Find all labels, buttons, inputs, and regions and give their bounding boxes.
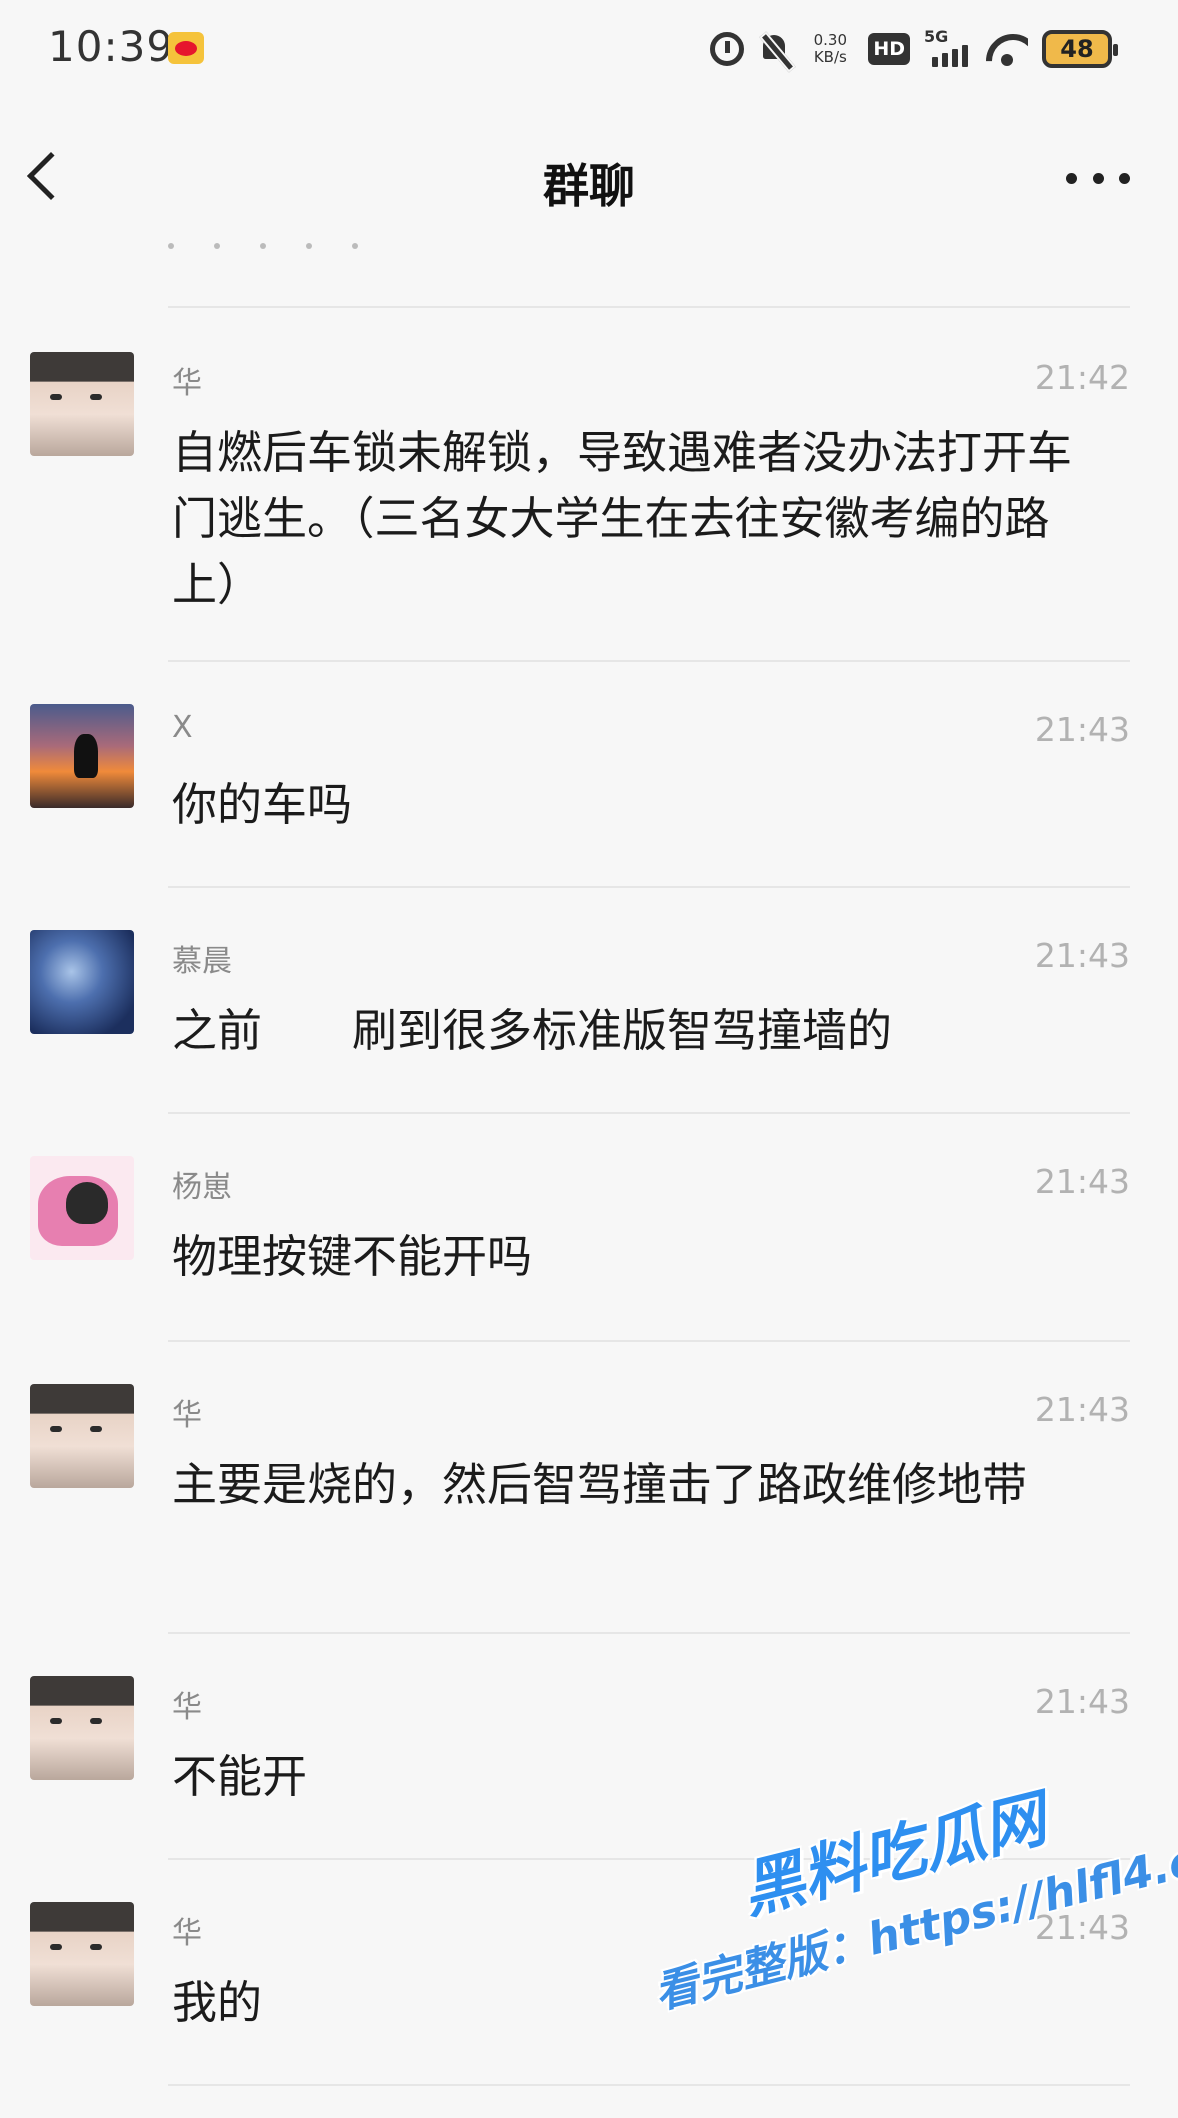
battery-icon: 48 — [1042, 30, 1118, 68]
clipped-previous-message — [168, 234, 588, 254]
chat-message[interactable]: X 21:43 你的车吗 — [0, 660, 1178, 886]
message-text: 我的 — [172, 1976, 263, 2029]
sender-name: 华 — [172, 1916, 202, 1951]
status-icons: 0.30 KB/s HD 5G 48 — [710, 26, 1118, 72]
message-text: 不能开 — [172, 1750, 308, 1803]
network-speed: 0.30 KB/s — [806, 32, 854, 66]
network-speed-value: 0.30 — [813, 31, 848, 49]
avatar[interactable] — [30, 352, 134, 456]
message-time: 21:43 — [1034, 1908, 1130, 1947]
chat-message[interactable]: 华 21:43 不能开 — [0, 1632, 1178, 1858]
message-text: 你的车吗 — [172, 778, 353, 831]
hd-icon: HD — [868, 33, 910, 65]
message-text: 物理按键不能开吗 — [172, 1230, 533, 1283]
chat-message[interactable]: 华 21:42 自燃后车锁未解锁，导致遇难者没办法打开车门逃生。（三名女大学生在… — [0, 306, 1178, 660]
avatar[interactable] — [30, 704, 134, 808]
network-type-label: 5G — [924, 27, 949, 46]
message-time: 21:43 — [1034, 1682, 1130, 1721]
alarm-icon — [710, 32, 745, 66]
message-text: 自燃后车锁未解锁，导致遇难者没办法打开车门逃生。（三名女大学生在去往安徽考编的路… — [172, 426, 1073, 611]
chat-message[interactable]: 华 21:43 主要是烧的，然后智驾撞击了路政维修地带 — [0, 1340, 1178, 1632]
more-options-button[interactable] — [1066, 158, 1130, 198]
sender-name: X — [172, 710, 193, 745]
battery-level: 48 — [1060, 35, 1094, 63]
avatar[interactable] — [30, 1676, 134, 1780]
sender-name: 慕晨 — [172, 944, 232, 979]
sender-name: 华 — [172, 1690, 202, 1725]
network-speed-unit: KB/s — [813, 48, 847, 66]
message-time: 21:43 — [1034, 936, 1130, 975]
signal-icon: 5G — [924, 27, 972, 67]
page-title: 群聊 — [543, 159, 635, 213]
message-time: 21:42 — [1034, 358, 1130, 397]
mute-icon — [758, 31, 792, 67]
sender-name: 华 — [172, 1398, 202, 1433]
wifi-icon — [986, 32, 1028, 66]
avatar[interactable] — [30, 930, 134, 1034]
avatar[interactable] — [30, 1156, 134, 1260]
status-time: 10:39 — [48, 22, 175, 71]
chat-message[interactable]: 杨崽 21:43 物理按键不能开吗 — [0, 1112, 1178, 1340]
more-dots-icon — [1066, 172, 1077, 184]
chat-message[interactable]: 华 21:43 我的 — [0, 1858, 1178, 2084]
message-time: 21:43 — [1034, 1162, 1130, 1201]
message-time: 21:43 — [1034, 1390, 1130, 1429]
avatar[interactable] — [30, 1902, 134, 2006]
sender-name: 杨崽 — [172, 1170, 232, 1205]
message-time: 21:43 — [1034, 710, 1130, 749]
message-text: 主要是烧的，然后智驾撞击了路政维修地带 — [172, 1458, 1028, 1511]
avatar[interactable] — [30, 1384, 134, 1488]
weibo-icon — [168, 32, 204, 64]
divider — [168, 2084, 1130, 2086]
sender-name: 华 — [172, 366, 202, 401]
nav-bar: 群聊 — [0, 100, 1178, 250]
status-bar: 10:39 0.30 KB/s HD 5G 48 — [0, 0, 1178, 100]
message-text: 之前 刷到很多标准版智驾撞墙的 — [172, 1004, 893, 1057]
chat-message[interactable]: 慕晨 21:43 之前 刷到很多标准版智驾撞墙的 — [0, 886, 1178, 1112]
